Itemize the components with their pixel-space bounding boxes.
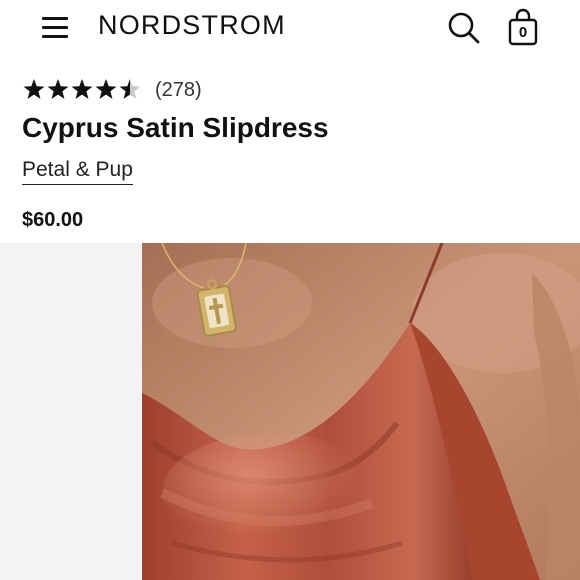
star-icon	[47, 79, 69, 99]
product-image[interactable]	[142, 243, 580, 580]
star-icon	[95, 79, 117, 99]
product-title: Cyprus Satin Slipdress	[22, 112, 329, 143]
product-photo	[142, 243, 580, 580]
search-icon	[448, 12, 480, 44]
product-price: $60.00	[22, 209, 84, 231]
star-icon	[119, 79, 141, 99]
search-button[interactable]	[446, 10, 482, 46]
star-icon	[71, 79, 93, 99]
rating-row[interactable]: (278)	[23, 77, 202, 103]
star-icon	[23, 79, 45, 99]
review-count: (278)	[155, 78, 202, 101]
star-rating	[23, 78, 141, 102]
menu-line	[42, 26, 68, 29]
brand-link[interactable]: Petal & Pup	[22, 158, 133, 185]
shopping-bag-button[interactable]: 0	[506, 8, 540, 46]
menu-line	[42, 35, 68, 38]
product-gallery[interactable]	[0, 243, 580, 580]
menu-line	[42, 17, 68, 20]
site-header: NORDSTROM 0	[0, 0, 580, 60]
nordstrom-logo[interactable]: NORDSTROM	[98, 10, 286, 41]
stars-graphic	[23, 79, 141, 99]
bag-count: 0	[518, 24, 528, 41]
menu-button[interactable]	[42, 15, 70, 41]
